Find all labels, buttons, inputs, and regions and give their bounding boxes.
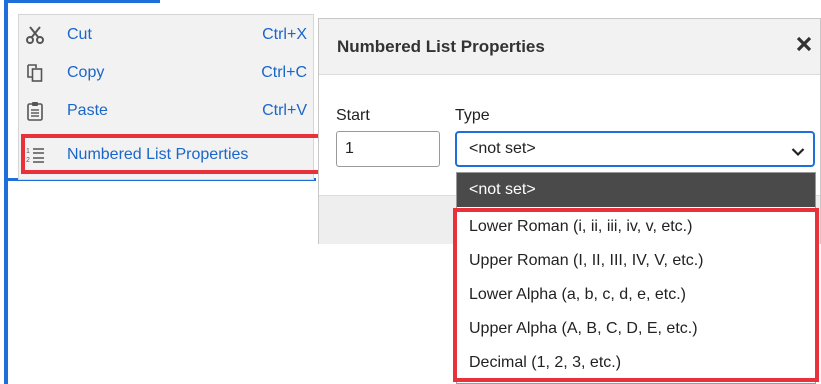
dropdown-option-lower-alpha[interactable]: Lower Alpha (a, b, c, d, e, etc.) xyxy=(457,278,815,312)
menu-item-copy[interactable]: Copy Ctrl+C xyxy=(19,57,313,89)
option-label: Decimal (1, 2, 3, etc.) xyxy=(469,354,622,371)
paste-icon xyxy=(25,101,45,121)
menu-item-shortcut: Ctrl+X xyxy=(262,26,307,43)
context-menu: Cut Ctrl+X Copy Ctrl+C Paste Ctrl+V 1 2 … xyxy=(18,14,322,180)
option-label: Lower Alpha (a, b, c, d, e, etc.) xyxy=(469,286,686,303)
menu-item-paste[interactable]: Paste Ctrl+V xyxy=(19,95,313,127)
copy-icon xyxy=(25,63,45,83)
dialog-header: Numbered List Properties xyxy=(319,19,820,75)
scissors-icon xyxy=(25,25,45,45)
menu-item-numbered-list-properties[interactable]: 1 2 Numbered List Properties xyxy=(19,139,313,171)
svg-text:1: 1 xyxy=(26,148,30,155)
option-label: Lower Roman (i, ii, iii, iv, v, etc.) xyxy=(469,218,693,235)
option-label: <not set> xyxy=(469,181,536,198)
menu-item-shortcut: Ctrl+V xyxy=(262,102,307,119)
dropdown-option-upper-roman[interactable]: Upper Roman (I, II, III, IV, V, etc.) xyxy=(457,244,815,278)
option-label: Upper Roman (I, II, III, IV, V, etc.) xyxy=(469,252,704,269)
menu-item-label: Paste xyxy=(67,102,108,119)
type-dropdown-list: <not set> Lower Roman (i, ii, iii, iv, v… xyxy=(456,172,816,384)
menu-item-label: Copy xyxy=(67,64,105,81)
dialog-title: Numbered List Properties xyxy=(337,37,545,56)
menu-item-label: Numbered List Properties xyxy=(67,146,249,163)
close-icon[interactable] xyxy=(793,33,815,55)
numbered-list-icon: 1 2 xyxy=(25,145,45,165)
option-label: Upper Alpha (A, B, C, D, E, etc.) xyxy=(469,320,698,337)
svg-text:2: 2 xyxy=(26,157,30,164)
type-label: Type xyxy=(455,107,490,124)
menu-item-shortcut: Ctrl+C xyxy=(261,64,307,81)
start-label: Start xyxy=(336,107,370,124)
dropdown-option-upper-alpha[interactable]: Upper Alpha (A, B, C, D, E, etc.) xyxy=(457,312,815,346)
menu-item-cut[interactable]: Cut Ctrl+X xyxy=(19,19,313,51)
dropdown-option-lower-roman[interactable]: Lower Roman (i, ii, iii, iv, v, etc.) xyxy=(457,210,815,244)
start-input[interactable] xyxy=(336,131,440,167)
dropdown-option-not-set[interactable]: <not set> xyxy=(457,173,815,207)
type-select[interactable]: <not set> xyxy=(455,131,815,167)
editor-frame-border xyxy=(4,0,8,384)
editor-frame-border-top xyxy=(4,0,160,3)
menu-item-label: Cut xyxy=(67,26,92,43)
chevron-down-icon xyxy=(791,144,805,157)
dropdown-option-decimal[interactable]: Decimal (1, 2, 3, etc.) xyxy=(457,346,815,380)
type-select-value: <not set> xyxy=(469,140,536,157)
